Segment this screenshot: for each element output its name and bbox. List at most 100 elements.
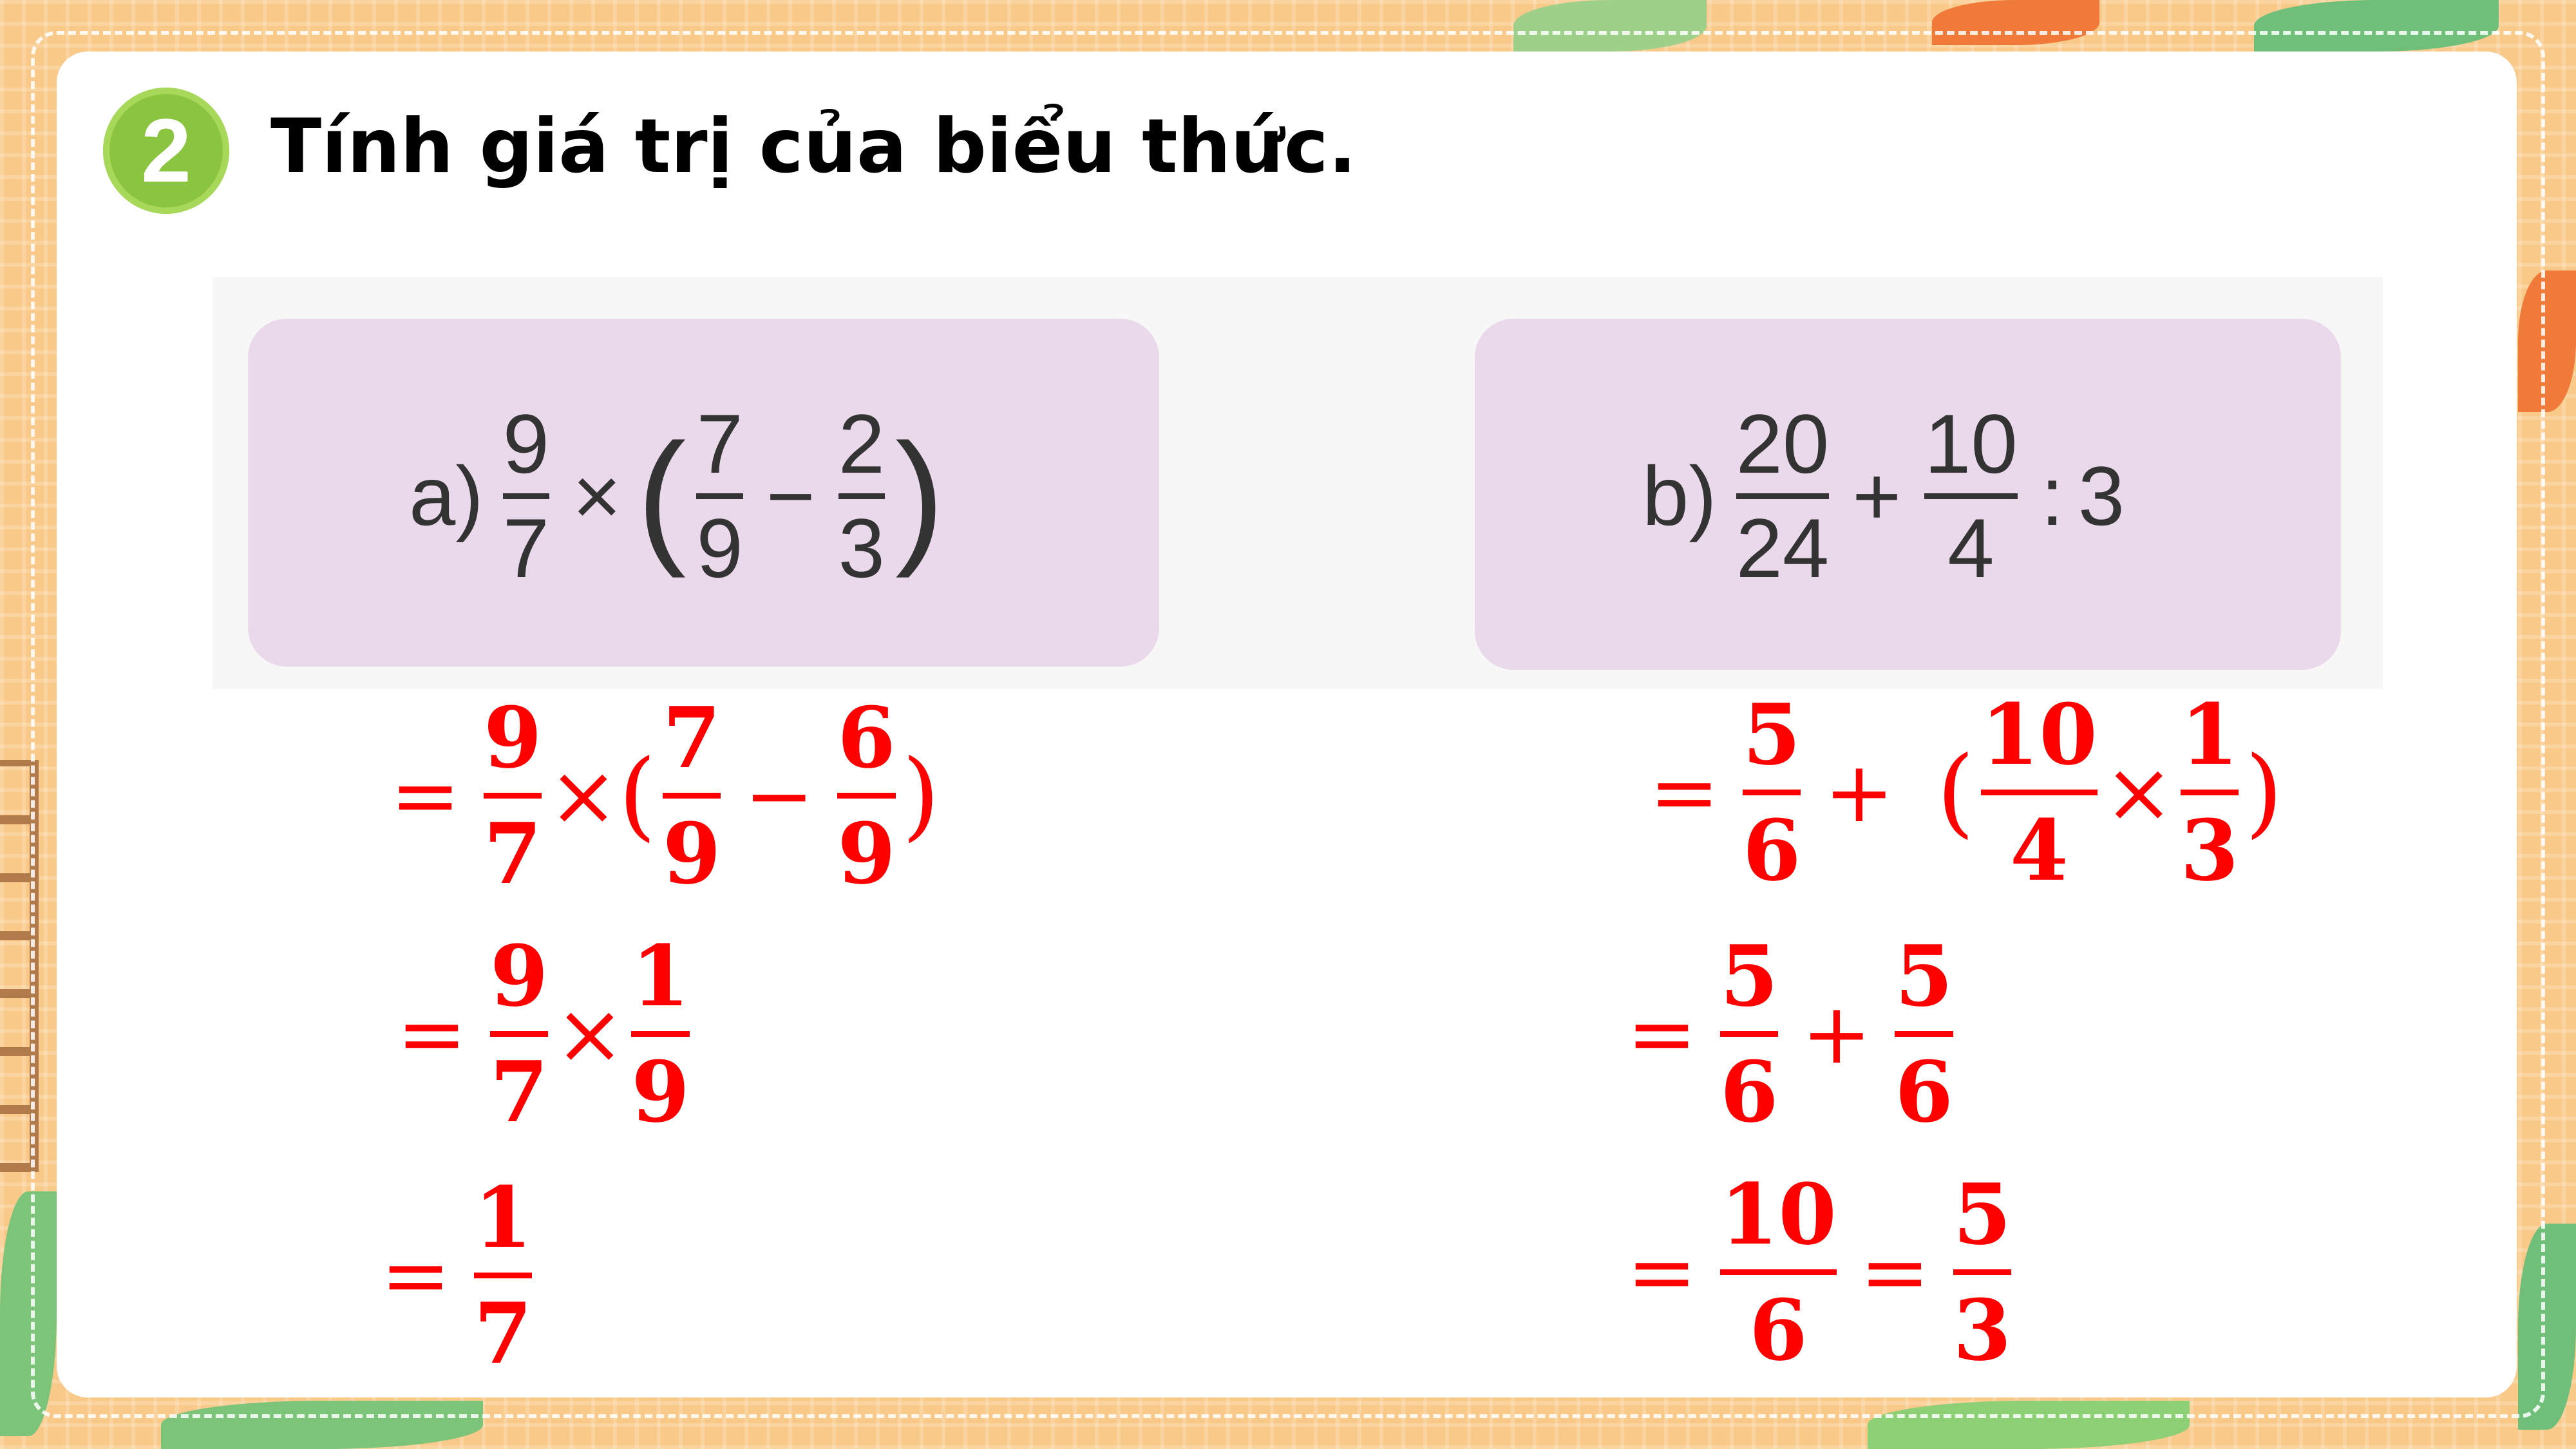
problem-b-expression: b) 20 24 + 10 4 : 3 [1642, 393, 2125, 599]
open-paren: ( [618, 739, 656, 851]
numerator: 9 [489, 926, 549, 1025]
numerator: 9 [502, 397, 549, 491]
denominator: 4 [2010, 800, 2069, 900]
fraction-bar [1719, 1269, 1837, 1275]
denominator: 9 [696, 500, 743, 595]
problem-b-label: b) [1642, 449, 1717, 543]
fraction-bar [662, 792, 721, 799]
fraction-bar [838, 493, 885, 499]
fraction: 1 3 [2180, 685, 2239, 900]
numerator: 5 [1719, 926, 1779, 1025]
fraction-bar [696, 493, 743, 499]
close-paren: ) [902, 739, 940, 851]
numerator: 6 [837, 688, 896, 787]
equals-sign: = [381, 1226, 451, 1324]
denominator: 7 [489, 1042, 549, 1141]
divisor: 3 [2078, 449, 2125, 543]
fraction-bar [483, 792, 542, 799]
minus-operator: − [744, 746, 815, 844]
denominator: 7 [473, 1283, 533, 1383]
problem-a-expression: a) 9 7 × ( 7 9 − 2 3 ) [409, 393, 946, 599]
open-paren: ( [1937, 736, 1975, 848]
numerator: 20 [1736, 397, 1830, 491]
numerator: 5 [1742, 685, 1801, 784]
solution-b-step-1: = 5 6 + ( 10 4 × 1 3 ) [1633, 686, 2283, 898]
exercise-number-badge: 2 [103, 88, 229, 214]
fraction-bar [631, 1030, 690, 1037]
numerator: 5 [1895, 926, 1953, 1025]
fraction-bar [1953, 1269, 2012, 1275]
fraction-bar [489, 1030, 549, 1037]
close-paren: ) [2245, 736, 2283, 848]
plus-operator: + [1824, 743, 1895, 841]
numerator: 1 [631, 926, 690, 1025]
fraction-bar [1924, 493, 2018, 499]
numerator: 7 [662, 688, 721, 787]
fraction: 9 7 [502, 397, 549, 595]
fraction-bar [1736, 493, 1830, 499]
times-operator: × [554, 985, 625, 1083]
numerator: 10 [1924, 397, 2018, 491]
denominator: 3 [838, 500, 885, 595]
numerator: 1 [473, 1168, 533, 1267]
numerator: 1 [2180, 685, 2239, 784]
denominator: 6 [1742, 800, 1801, 900]
denominator: 24 [1736, 500, 1830, 595]
fraction: 7 9 [662, 688, 721, 903]
open-paren: ( [636, 413, 687, 578]
equals-sign: = [1627, 985, 1697, 1083]
fraction-bar [502, 493, 549, 499]
fraction-bar [1980, 789, 2098, 795]
numerator: 9 [483, 688, 542, 787]
denominator: 7 [502, 500, 549, 595]
fraction-bar [837, 792, 896, 799]
fraction: 10 4 [1980, 685, 2098, 900]
minus-operator: − [766, 449, 815, 543]
fraction-bar [1742, 789, 1801, 795]
denominator: 6 [1749, 1280, 1808, 1379]
close-paren: ) [895, 413, 945, 578]
fraction: 5 6 [1895, 930, 1953, 1138]
numerator: 2 [838, 397, 885, 491]
fraction: 9 7 [489, 926, 549, 1141]
equals-sign: = [390, 746, 460, 844]
fraction: 5 3 [1953, 1164, 2012, 1379]
times-operator: × [572, 449, 621, 543]
fraction: 10 6 [1719, 1168, 1837, 1379]
fraction: 5 6 [1719, 926, 1779, 1141]
fraction-bar [2180, 789, 2239, 795]
equals-sign: = [397, 985, 467, 1083]
plus-operator: + [1801, 985, 1872, 1083]
denominator: 9 [631, 1042, 690, 1141]
denominator: 7 [483, 804, 542, 903]
equals-sign: = [1859, 1223, 1930, 1321]
denominator: 3 [1953, 1280, 2012, 1379]
solution-a-step-3: = 1 7 [364, 1169, 538, 1381]
fraction: 10 4 [1924, 400, 2018, 592]
numerator: 5 [1953, 1164, 2012, 1264]
solution-b-step-3: = 10 6 = 5 3 [1610, 1166, 2018, 1378]
equals-sign: = [1627, 1223, 1697, 1321]
numerator: 7 [696, 397, 743, 491]
fraction: 9 7 [483, 688, 542, 903]
denominator: 3 [2180, 800, 2239, 900]
equals-sign: = [1649, 743, 1719, 841]
numerator: 10 [1980, 685, 2098, 784]
denominator: 4 [1947, 500, 1994, 595]
fraction-bar [473, 1272, 533, 1278]
solution-b-step-2: = 5 6 + 5 6 [1610, 927, 1960, 1140]
fraction: 7 9 [696, 400, 743, 592]
fraction: 5 6 [1742, 685, 1801, 900]
fraction-bar [1719, 1030, 1779, 1037]
plus-operator: + [1852, 449, 1902, 543]
fraction-bar [1895, 1030, 1953, 1037]
fraction: 1 9 [631, 926, 690, 1141]
exercise-title: Tính giá trị của biểu thức. [270, 103, 1357, 190]
divide-operator: : [2040, 449, 2064, 543]
denominator: 6 [1719, 1042, 1779, 1141]
denominator: 9 [662, 804, 721, 903]
problem-a-label: a) [409, 449, 484, 543]
denominator: 6 [1895, 1042, 1953, 1141]
fraction: 1 7 [473, 1168, 533, 1383]
solution-a-step-2: = 9 7 × 1 9 [380, 927, 696, 1140]
